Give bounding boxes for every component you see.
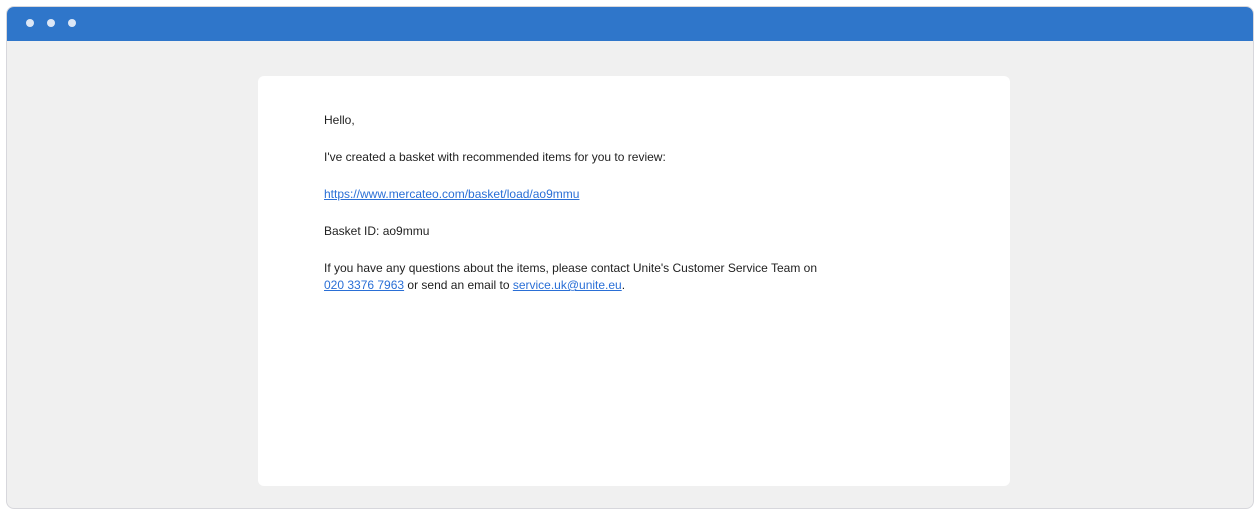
email-greeting: Hello, (324, 113, 355, 127)
window-dot-icon (68, 19, 76, 27)
email-link[interactable]: service.uk@unite.eu (513, 278, 622, 292)
basket-id: Basket ID: ao9mmu (324, 224, 430, 238)
window-titlebar (7, 7, 1253, 41)
browser-window: Hello, I've created a basket with recomm… (6, 6, 1254, 509)
window-dot-icon (26, 19, 34, 27)
basket-link[interactable]: https://www.mercateo.com/basket/load/ao9… (324, 187, 579, 201)
contact-text: . (621, 278, 626, 292)
contact-paragraph: If you have any questions about the item… (324, 260, 944, 294)
email-body: Hello, I've created a basket with recomm… (324, 112, 944, 314)
email-intro: I've created a basket with recommended i… (324, 150, 666, 164)
email-card: Hello, I've created a basket with recomm… (258, 76, 1010, 486)
phone-link[interactable]: 020 3376 7963 (324, 278, 404, 292)
window-dot-icon (47, 19, 55, 27)
contact-text: If you have any questions about the item… (324, 261, 818, 275)
contact-text: or send an email to (404, 278, 513, 292)
basket-link-paragraph: https://www.mercateo.com/basket/load/ao9… (324, 186, 944, 203)
